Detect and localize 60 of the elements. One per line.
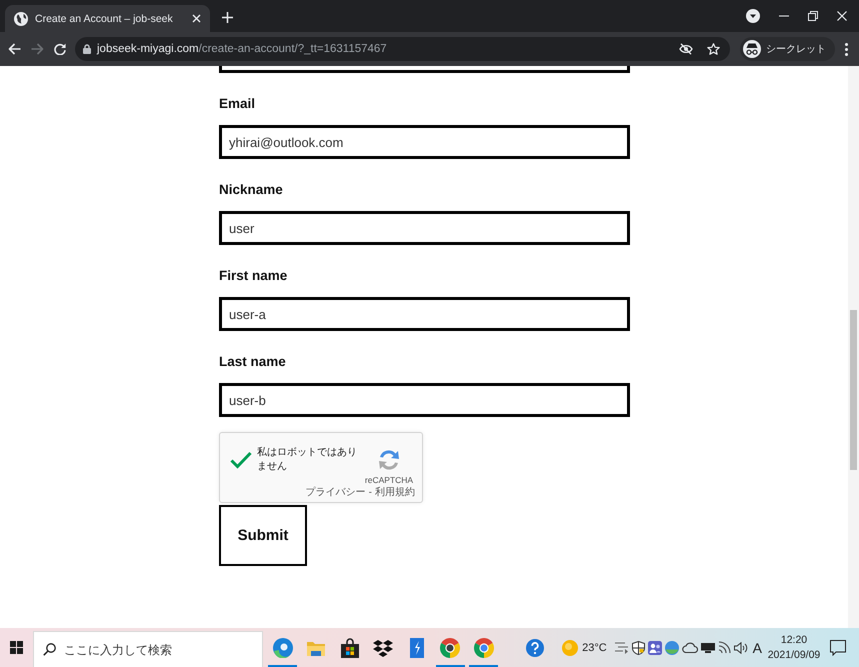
message-icon[interactable] [830, 640, 846, 656]
shopping-bag-icon [340, 638, 359, 658]
back-arrow-icon[interactable] [8, 43, 21, 55]
help-icon[interactable] [526, 638, 544, 656]
submit-button[interactable]: Submit [219, 505, 307, 566]
tab-title: Create an Account – job-seek [35, 12, 173, 24]
clock-time[interactable]: 12:20 [780, 632, 808, 648]
four-squares-icon [10, 641, 23, 654]
caret-circle-icon[interactable] [746, 9, 760, 23]
text-input[interactable]: user-a [219, 297, 630, 331]
brand-label: reCAPTCHA [364, 476, 414, 485]
incognito-icon [743, 40, 761, 58]
captcha-label: 私はロボットではありません [257, 446, 358, 474]
eye-slash-icon[interactable] [679, 43, 693, 55]
close-icon[interactable] [837, 11, 847, 21]
color-wheel-icon [474, 638, 494, 658]
field-label: First name [219, 267, 288, 285]
globe-icon [14, 12, 28, 26]
separator-text: - [368, 487, 372, 499]
people-icon[interactable] [648, 640, 662, 654]
text-input[interactable]: yhirai@outlook.com [219, 125, 630, 159]
minimize-icon[interactable] [779, 15, 789, 17]
checkmark-icon[interactable] [230, 451, 252, 469]
footer-link[interactable]: プライバシー [306, 487, 366, 499]
shield-icon[interactable] [632, 640, 645, 654]
footer-link[interactable]: 利用規約 [375, 487, 415, 499]
text-input[interactable]: user-b [219, 383, 630, 417]
close-icon[interactable] [192, 14, 201, 23]
circular-arrows-icon [377, 448, 401, 472]
sphere-icon[interactable] [664, 640, 679, 654]
wifi-icon[interactable] [718, 641, 731, 654]
cloud-icon[interactable] [682, 642, 698, 653]
color-wheel-icon [440, 638, 460, 658]
restore-icon[interactable] [808, 11, 818, 21]
search-field[interactable]: ここに入力して検索 [33, 631, 263, 667]
browser-tab[interactable]: Create an Account – job-seek [5, 5, 210, 32]
lightning-tile-icon [410, 638, 424, 658]
lines-icon[interactable] [614, 642, 629, 654]
speaker-icon[interactable] [734, 642, 748, 654]
more-menu-icon[interactable] [845, 42, 848, 56]
address-bar[interactable]: jobseek-miyagi.com/create-an-account/?_tt=1631157467 [75, 37, 730, 61]
text-input[interactable]: user [219, 211, 630, 245]
temperature-text: 23°C [582, 642, 607, 654]
search-icon [43, 643, 56, 656]
swirl-icon [272, 638, 293, 658]
diamonds-icon [373, 638, 394, 656]
input-mode-indicator[interactable]: A [752, 640, 762, 656]
input-field[interactable] [219, 66, 630, 73]
star-icon[interactable] [707, 43, 720, 55]
profile-button[interactable]: シークレット [740, 37, 835, 61]
lock-icon [83, 44, 91, 54]
field-label: Last name [219, 353, 286, 371]
reload-icon[interactable] [54, 43, 66, 55]
field-label: Email [219, 95, 256, 113]
folder-icon [307, 640, 326, 656]
field-label: Nickname [219, 181, 283, 199]
scrollbar-thumb[interactable] [850, 310, 857, 470]
plus-icon[interactable] [222, 12, 233, 22]
monitor-icon[interactable] [700, 642, 715, 652]
clock-date[interactable]: 2021/09/09 [768, 648, 820, 662]
